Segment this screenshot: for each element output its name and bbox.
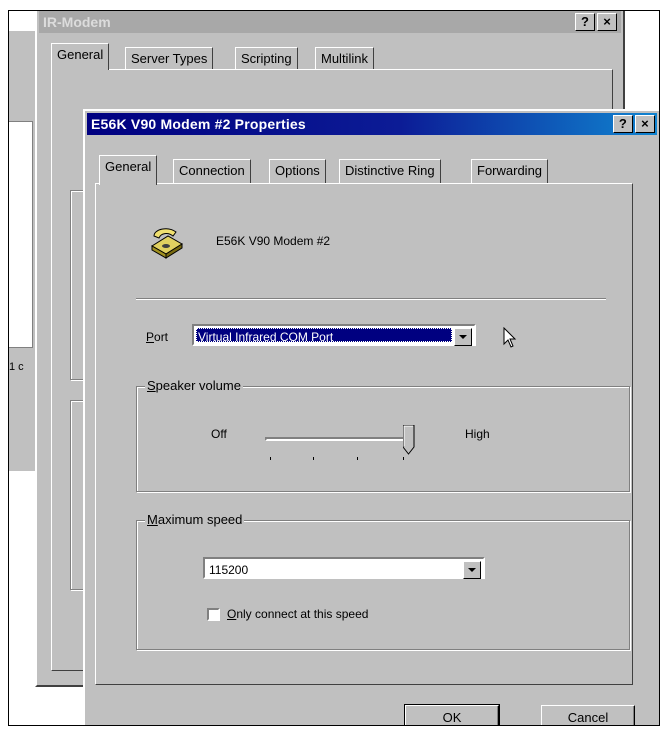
volume-max-label: High: [465, 427, 490, 441]
modem-properties-dialog: E56K V90 Modem #2 Properties ? × General…: [83, 109, 659, 725]
tab-connection[interactable]: Connection: [173, 159, 251, 183]
speaker-volume-group: Speaker volume Off High: [136, 378, 630, 492]
mouse-cursor-icon: [503, 327, 517, 348]
background-help-button[interactable]: ?: [575, 13, 595, 31]
background-dialog-title: IR-Modem: [43, 14, 111, 30]
close-button[interactable]: ×: [635, 115, 655, 133]
background-tab-general[interactable]: General: [51, 43, 110, 70]
background-tab-server-types[interactable]: Server Types: [125, 47, 214, 70]
header-separator: [136, 298, 606, 300]
screenshot-frame: A 1 c IR-Modem ? × General Server Types …: [8, 10, 660, 726]
tab-options[interactable]: Options: [269, 159, 326, 183]
port-dropdown-button[interactable]: [454, 328, 472, 346]
background-group-1: [70, 190, 84, 380]
help-button[interactable]: ?: [613, 115, 633, 133]
tab-forwarding[interactable]: Forwarding: [471, 159, 549, 183]
left-edge-label-2: 1 c: [9, 361, 24, 373]
maximum-speed-legend: Maximum speed: [145, 512, 245, 527]
maximum-speed-dropdown-button[interactable]: [463, 561, 481, 579]
telephone-modem-icon: [151, 228, 183, 259]
maximum-speed-group: Maximum speed 115200 Only connect at thi…: [136, 512, 630, 650]
volume-tick: [313, 457, 314, 460]
port-select-value: Virtual Infrared COM Port: [196, 328, 452, 342]
background-tab-multilink[interactable]: Multilink: [315, 47, 374, 70]
speaker-volume-legend: Speaker volume: [145, 378, 243, 393]
device-name: E56K V90 Modem #2: [216, 234, 331, 248]
volume-slider-track[interactable]: [265, 437, 413, 441]
tab-distinctive-ring[interactable]: Distinctive Ring: [339, 159, 441, 183]
port-label: Port: [146, 330, 169, 344]
cancel-button[interactable]: Cancel: [541, 705, 635, 725]
background-close-button[interactable]: ×: [597, 13, 617, 31]
volume-tick: [270, 457, 271, 460]
dialog-title: E56K V90 Modem #2 Properties: [91, 116, 306, 132]
volume-tick: [357, 457, 358, 460]
background-dialog-titlebar[interactable]: IR-Modem ? ×: [39, 11, 621, 33]
general-tab-panel: E56K V90 Modem #2 Port Virtual Infrared …: [95, 183, 633, 685]
maximum-speed-value: 115200: [209, 563, 249, 575]
background-tab-scripting[interactable]: Scripting: [235, 47, 298, 70]
port-select[interactable]: Virtual Infrared COM Port: [192, 324, 476, 346]
volume-slider-thumb[interactable]: [403, 425, 415, 455]
tab-general[interactable]: General: [99, 155, 158, 185]
only-connect-label: Only connect at this speed: [227, 607, 369, 621]
volume-min-label: Off: [211, 427, 227, 441]
background-group-2: [70, 400, 84, 590]
volume-tick: [403, 457, 404, 460]
maximum-speed-select[interactable]: 115200: [203, 557, 485, 579]
only-connect-checkbox[interactable]: [207, 608, 220, 621]
dialog-titlebar[interactable]: E56K V90 Modem #2 Properties ? ×: [87, 113, 657, 135]
ok-button[interactable]: OK: [404, 704, 500, 725]
left-window-list: [9, 121, 33, 348]
